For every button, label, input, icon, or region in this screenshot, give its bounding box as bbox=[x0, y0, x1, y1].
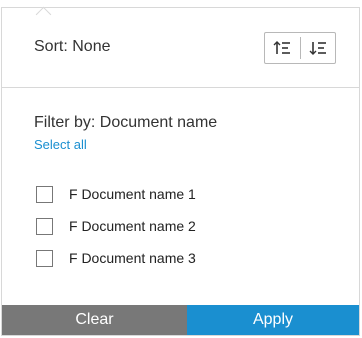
filter-title: Filter by: Document name bbox=[34, 114, 218, 131]
filter-option-checkbox[interactable] bbox=[36, 185, 53, 203]
filter-option[interactable]: F Document name 3 bbox=[36, 242, 196, 274]
select-all-link[interactable]: Select all bbox=[34, 137, 87, 152]
sort-descending-icon bbox=[309, 42, 326, 55]
filter-option[interactable]: F Document name 2 bbox=[36, 210, 196, 242]
filter-options-list: F Document name 1 F Document name 2 F Do… bbox=[36, 178, 196, 274]
filter-option-checkbox[interactable] bbox=[36, 249, 53, 267]
filter-option-label: F Document name 1 bbox=[69, 186, 196, 202]
sort-button-group bbox=[264, 32, 336, 64]
apply-button[interactable]: Apply bbox=[187, 305, 359, 335]
filter-option-checkbox[interactable] bbox=[36, 217, 53, 235]
sort-descending-button[interactable] bbox=[300, 33, 335, 63]
filter-option-label: F Document name 3 bbox=[69, 250, 196, 266]
sort-filter-popover: Sort: None Filter by: Document name Sele… bbox=[1, 6, 360, 336]
sort-ascending-icon bbox=[273, 41, 291, 54]
clear-button[interactable]: Clear bbox=[2, 305, 187, 335]
sort-label: Sort: None bbox=[34, 38, 111, 55]
sort-ascending-button[interactable] bbox=[265, 33, 300, 63]
sort-section: Sort: None bbox=[2, 8, 359, 88]
filter-option[interactable]: F Document name 1 bbox=[36, 178, 196, 210]
action-footer: Clear Apply bbox=[2, 305, 359, 335]
filter-option-label: F Document name 2 bbox=[69, 218, 196, 234]
